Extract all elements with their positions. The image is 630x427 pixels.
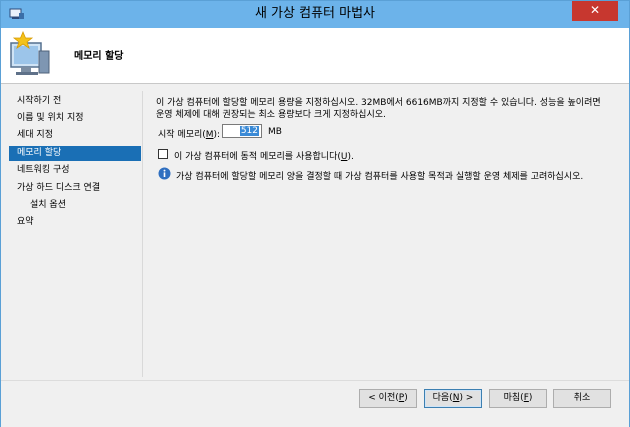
wizard-window: 새 가상 컴퓨터 마법사 ✕ 메모리 할당 시작하기 전 이름 및 위치 지정 … xyxy=(0,0,630,427)
next-button[interactable]: 다음(N) > xyxy=(424,389,482,408)
info-text: 가상 컴퓨터에 할당할 메모리 양을 결정할 때 가상 컴퓨터를 사용할 목적과… xyxy=(176,172,584,182)
window-title: 새 가상 컴퓨터 마법사 xyxy=(254,6,376,21)
close-icon: ✕ xyxy=(589,3,601,17)
nav-item-summary[interactable]: 요약 xyxy=(9,215,141,230)
nav-item-generation[interactable]: 세대 지정 xyxy=(9,128,141,143)
close-button[interactable]: ✕ xyxy=(572,1,618,21)
description-line-2: 운영 체제에 대해 권장되는 최소 용량보다 크게 지정하십시오. xyxy=(156,110,386,120)
nav-item-install-options[interactable]: 설치 옵션 xyxy=(9,198,141,213)
wizard-body: 시작하기 전 이름 및 위치 지정 세대 지정 메모리 할당 네트워킹 구성 가… xyxy=(1,84,629,380)
wizard-steps-nav: 시작하기 전 이름 및 위치 지정 세대 지정 메모리 할당 네트워킹 구성 가… xyxy=(9,91,143,377)
memory-content: 이 가상 컴퓨터에 할당할 메모리 용량을 지정하십시오. 32MB에서 661… xyxy=(156,84,621,380)
memory-description: 이 가상 컴퓨터에 할당할 메모리 용량을 지정하십시오. 32MB에서 661… xyxy=(156,97,618,121)
nav-item-name-location[interactable]: 이름 및 위치 지정 xyxy=(9,111,141,126)
info-icon xyxy=(158,167,171,180)
dynamic-memory-label[interactable]: 이 가상 컴퓨터에 동적 메모리를 사용합니다(U). xyxy=(174,149,354,162)
dynamic-memory-checkbox[interactable] xyxy=(158,149,168,159)
startup-memory-label: 시작 메모리(M): xyxy=(158,130,221,140)
nav-item-virtual-hard-disk[interactable]: 가상 하드 디스크 연결 xyxy=(9,181,141,196)
wizard-footer: < 이전(P) 다음(N) > 마침(F) 취소 xyxy=(1,380,629,427)
cancel-button[interactable]: 취소 xyxy=(553,389,611,408)
description-line-1: 이 가상 컴퓨터에 할당할 메모리 용량을 지정하십시오. 32MB에서 661… xyxy=(156,98,601,108)
page-title: 메모리 할당 xyxy=(74,51,124,62)
nav-item-networking[interactable]: 네트워킹 구성 xyxy=(9,163,141,178)
new-vm-wizard-icon xyxy=(10,31,50,75)
startup-memory-value: 512 xyxy=(239,126,259,136)
startup-memory-unit: MB xyxy=(268,127,282,137)
nav-item-before-you-begin[interactable]: 시작하기 전 xyxy=(9,94,141,109)
previous-button[interactable]: < 이전(P) xyxy=(359,389,417,408)
finish-button[interactable]: 마침(F) xyxy=(489,389,547,408)
wizard-header: 메모리 할당 xyxy=(1,28,629,84)
startup-memory-input[interactable]: 512 xyxy=(222,124,262,138)
title-bar: 새 가상 컴퓨터 마법사 ✕ xyxy=(1,1,629,28)
nav-item-memory[interactable]: 메모리 할당 xyxy=(9,146,141,161)
